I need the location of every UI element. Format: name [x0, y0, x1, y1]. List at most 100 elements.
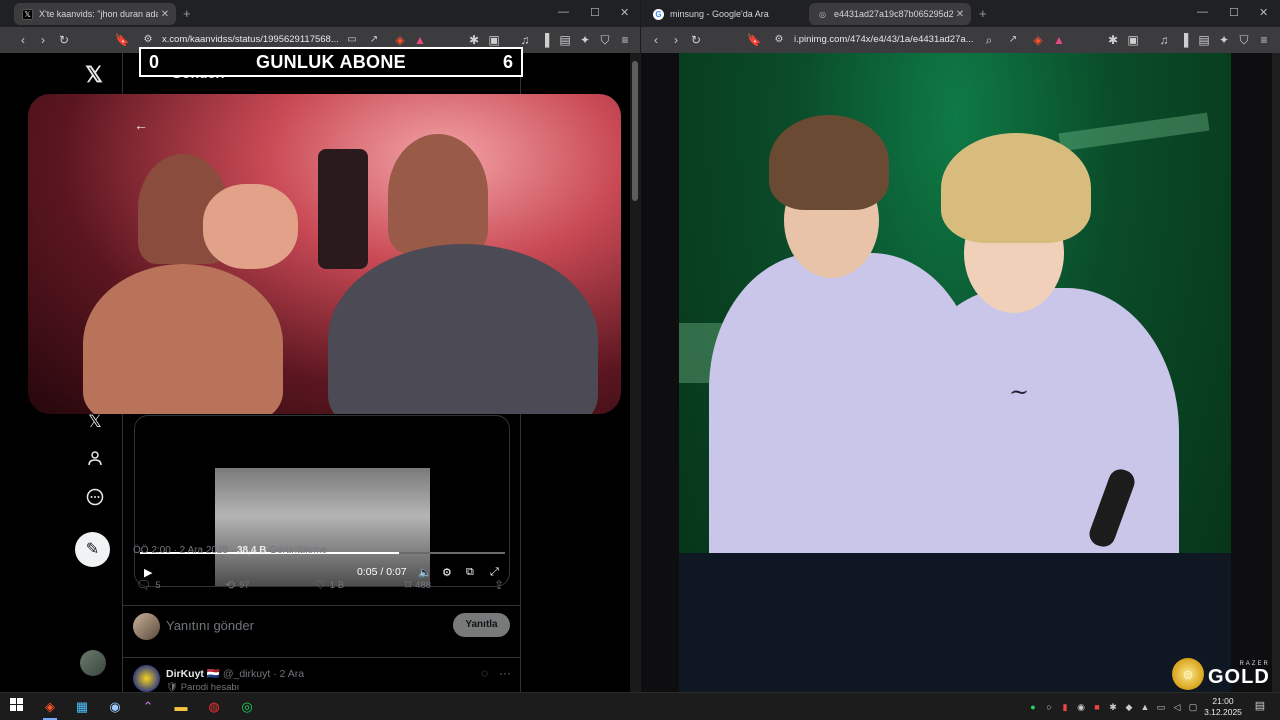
- reload-icon[interactable]: ↻: [56, 32, 72, 48]
- profile-icon[interactable]: [82, 448, 108, 474]
- like-action[interactable]: ♡ 1 B: [315, 578, 344, 592]
- brave-shield-icon[interactable]: ◈: [1030, 32, 1046, 48]
- more-icon[interactable]: [82, 488, 108, 514]
- tweet-timestamp[interactable]: ÖÖ 2:00 · 2 Ara 2025 ·: [133, 545, 237, 556]
- leo-icon[interactable]: ✦: [1216, 32, 1232, 48]
- repost-count: 97: [239, 579, 250, 591]
- site-info-icon[interactable]: ⚙: [140, 32, 156, 48]
- compose-post-button[interactable]: ✎: [75, 532, 110, 567]
- light-stripe: [1058, 112, 1210, 152]
- menu-icon[interactable]: ≡: [617, 32, 633, 48]
- share-icon[interactable]: ↗: [1005, 32, 1021, 48]
- cast-icon[interactable]: ▭: [344, 32, 360, 48]
- close-tab-icon[interactable]: ✕: [158, 9, 172, 20]
- sidebar-icon[interactable]: ▐: [537, 32, 553, 48]
- language-icon[interactable]: ▢: [1187, 701, 1199, 713]
- address-bar[interactable]: i.pinimg.com/474x/e4/43/1a/e4431ad27a...: [794, 31, 974, 49]
- heart-icon: ♡: [315, 578, 326, 592]
- zoom-icon[interactable]: ⌕: [981, 32, 997, 48]
- spotify-tray-icon[interactable]: ●: [1027, 701, 1039, 713]
- close-tab-icon[interactable]: ✕: [953, 9, 967, 20]
- brave-rewards-icon[interactable]: ▲: [412, 32, 428, 48]
- close-window-icon[interactable]: ✕: [1259, 6, 1268, 19]
- back-icon[interactable]: ‹: [648, 32, 664, 48]
- page-scrollbar[interactable]: [630, 53, 640, 692]
- minimize-icon[interactable]: —: [1197, 6, 1208, 18]
- tray-icon[interactable]: ○: [1043, 701, 1055, 713]
- comment-avatar[interactable]: [133, 665, 160, 692]
- account-avatar[interactable]: [80, 650, 106, 676]
- editor-icon[interactable]: ⌃: [138, 697, 158, 717]
- tab-x-post[interactable]: 𝕏 X'te kaanvids: "jhon duran adam ✕: [14, 3, 176, 25]
- windows-start-icon[interactable]: [6, 697, 26, 717]
- reload-icon[interactable]: ↻: [688, 32, 704, 48]
- maximize-icon[interactable]: ☐: [1229, 6, 1239, 19]
- brave-rewards-icon[interactable]: ▲: [1051, 32, 1067, 48]
- maximize-icon[interactable]: ☐: [590, 6, 600, 19]
- microphone-tray-icon[interactable]: ▲: [1139, 701, 1151, 713]
- notification-icon[interactable]: ▤: [1254, 700, 1266, 712]
- new-tab-button[interactable]: +: [183, 6, 191, 21]
- clock[interactable]: 21:00 3.12.2025: [1203, 696, 1243, 718]
- tweet-actions: 🗨 5 ⟲ 97 ♡ 1 B ⌑ 488 ⇪: [133, 578, 511, 594]
- my-avatar: [133, 613, 160, 640]
- tab-google-search[interactable]: G minsung - Google'da Ara: [645, 3, 801, 25]
- vpn-icon[interactable]: ⛉: [597, 32, 613, 48]
- brave-shield-icon[interactable]: ◈: [392, 32, 408, 48]
- extensions-icon[interactable]: ✱: [466, 32, 482, 48]
- brave-browser-icon[interactable]: ◈: [40, 697, 60, 720]
- comment-author[interactable]: DirKuyt 🇳🇱 @_dirkuyt · 2 Ara: [166, 667, 304, 680]
- store-icon[interactable]: ▦: [72, 697, 92, 717]
- wallet-icon[interactable]: ▤: [1196, 32, 1212, 48]
- reply-button[interactable]: Yanıtla: [453, 613, 510, 637]
- repost-action[interactable]: ⟲ 97: [225, 578, 250, 592]
- page-scrollbar[interactable]: [1272, 53, 1280, 692]
- reply-input[interactable]: Yanıtını gönder: [166, 618, 254, 633]
- parody-label: 🛡 Parodi hesabı: [166, 682, 240, 692]
- file-explorer-icon[interactable]: ▬: [171, 697, 191, 717]
- bookmark-icon[interactable]: 🔖: [114, 32, 130, 48]
- reply-action[interactable]: 🗨 5: [136, 578, 161, 592]
- scroll-thumb[interactable]: [632, 61, 638, 201]
- tab-image[interactable]: ◎ e4431ad27a19c87b065295d2f3! ✕: [809, 3, 971, 25]
- network-icon[interactable]: ▭: [1155, 701, 1167, 713]
- new-tab-button[interactable]: +: [979, 6, 987, 21]
- back-icon[interactable]: ‹: [15, 32, 31, 48]
- tab-search-icon[interactable]: ▣: [1125, 32, 1141, 48]
- share-icon[interactable]: ↗: [366, 32, 382, 48]
- tray-icon[interactable]: ◆: [1123, 701, 1135, 713]
- media-icon[interactable]: ♫: [1156, 32, 1172, 48]
- media-icon[interactable]: ♫: [517, 32, 533, 48]
- wallet-icon[interactable]: ▤: [557, 32, 573, 48]
- bluetooth-tray-icon[interactable]: ✱: [1107, 701, 1119, 713]
- close-window-icon[interactable]: ✕: [620, 6, 629, 19]
- tweet-video-player[interactable]: ▶ 0:05 / 0:07 🔈 ⚙ ⧉ ⤢: [134, 415, 510, 587]
- steam-tray-icon[interactable]: ◉: [1075, 701, 1087, 713]
- back-arrow-icon[interactable]: ←: [134, 117, 148, 133]
- razer-coin-icon: ☺: [1172, 658, 1204, 690]
- extensions-icon[interactable]: ✱: [1105, 32, 1121, 48]
- browser-toolbar: ‹ › ↻ 🔖 ⚙ i.pinimg.com/474x/e4/43/1a/e44…: [641, 27, 1280, 53]
- site-info-icon[interactable]: ⚙: [771, 32, 787, 48]
- more-options-icon[interactable]: ···: [499, 666, 511, 680]
- obs-icon[interactable]: ◍: [204, 697, 224, 717]
- leo-icon[interactable]: ✦: [577, 32, 593, 48]
- minimize-icon[interactable]: —: [558, 6, 569, 18]
- mic-tray-icon[interactable]: ▮: [1059, 701, 1071, 713]
- bookmark-action[interactable]: ⌑ 488: [405, 578, 431, 592]
- tab-bar: 𝕏 X'te kaanvids: "jhon duran adam ✕ + — …: [0, 0, 640, 27]
- bookmark-icon[interactable]: 🔖: [746, 32, 762, 48]
- volume-icon[interactable]: ◁: [1171, 701, 1183, 713]
- x-logo-icon[interactable]: 𝕏: [82, 63, 106, 87]
- steam-icon[interactable]: ◉: [105, 697, 125, 717]
- sidebar-icon[interactable]: ▐: [1176, 32, 1192, 48]
- forward-icon[interactable]: ›: [35, 32, 51, 48]
- grok-icon[interactable]: ◌: [481, 666, 488, 680]
- tray-icon[interactable]: ■: [1091, 701, 1103, 713]
- vpn-icon[interactable]: ⛉: [1236, 32, 1252, 48]
- forward-icon[interactable]: ›: [668, 32, 684, 48]
- share-action[interactable]: ⇪: [494, 578, 504, 592]
- tab-search-icon[interactable]: ▣: [486, 32, 502, 48]
- menu-icon[interactable]: ≡: [1256, 32, 1272, 48]
- spotify-icon[interactable]: ◎: [237, 697, 257, 717]
